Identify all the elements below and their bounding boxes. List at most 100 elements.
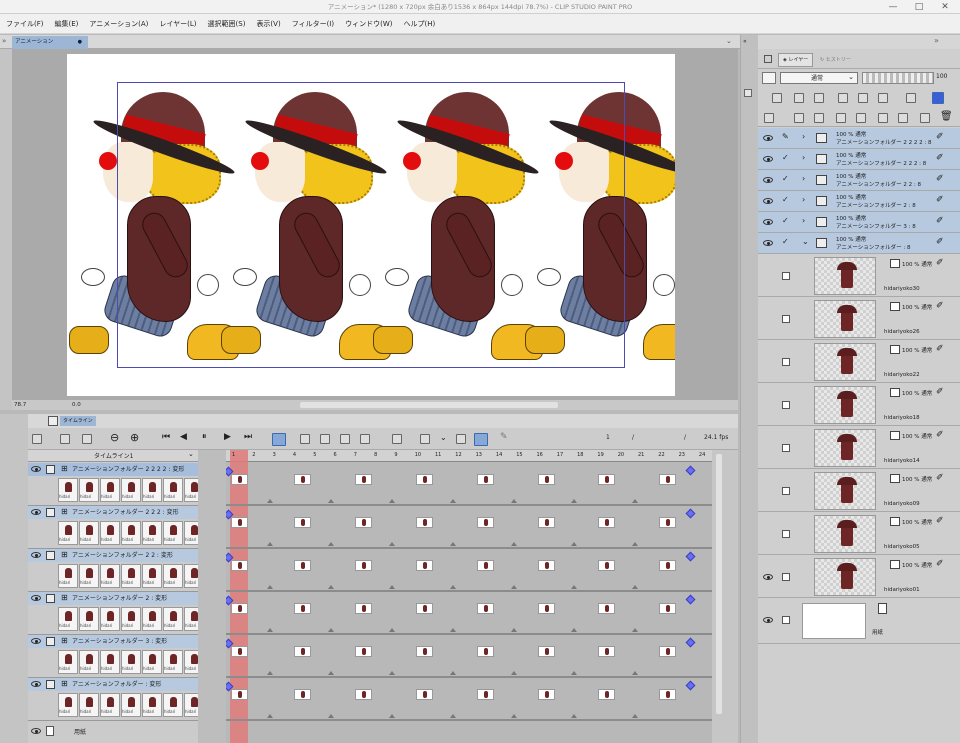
next-frame-icon[interactable]: ▶ [224,432,231,442]
timeline-cel[interactable] [476,646,494,657]
timeline-cel[interactable] [231,646,248,657]
cel-thumbnail[interactable]: hidari [100,521,120,545]
frame-number[interactable]: 22 [658,452,664,458]
layer-checkbox[interactable] [782,401,790,409]
tab-history[interactable]: ↻ ヒストリー [816,54,855,67]
edit-layer-icon[interactable]: ✐ [936,559,944,569]
canvas-tab[interactable]: アニメーション ● [12,36,88,49]
timeline-cel[interactable] [476,517,494,528]
timeline-cel[interactable] [415,517,433,528]
menu-layer[interactable]: レイヤー(L) [159,19,196,29]
timeline-cel[interactable] [415,603,433,614]
panel-menu-icon[interactable] [744,89,752,97]
timeline-cel[interactable] [537,474,555,485]
onion-skin-icon[interactable] [392,434,402,444]
chevron-right-icon[interactable]: › [802,132,805,141]
zoom-in-icon[interactable]: ⊕ [130,431,139,444]
timeline-settings-icon[interactable] [82,434,92,444]
cel-thumbnail[interactable]: hidari [79,693,99,717]
timeline-cel[interactable] [598,474,616,485]
chevron-right-icon[interactable]: › [802,216,805,225]
cel-thumbnail[interactable]: hidari [121,650,141,674]
fps-readout[interactable]: 24.1 fps [704,434,728,441]
layer-checkbox[interactable] [782,616,790,624]
edit-layer-icon[interactable]: ✐ [936,344,944,354]
cel-thumbnail[interactable]: hidari [121,521,141,545]
timeline-cel[interactable] [537,560,555,571]
layer-checkbox[interactable] [782,315,790,323]
cel-thumbnail[interactable]: hidari [100,564,120,588]
eye-icon[interactable] [763,240,773,246]
timeline-cel[interactable] [231,603,248,614]
menu-filter[interactable]: フィルター(I) [292,19,334,29]
frame-number[interactable]: 15 [516,452,522,458]
draft-layer-icon[interactable] [814,93,824,103]
timeline-cel[interactable] [659,474,677,485]
timeline-cel[interactable] [354,603,372,614]
cel-thumbnail[interactable]: hidari [142,521,162,545]
tab-modified-icon[interactable]: ● [78,36,82,49]
cel-thumbnail[interactable]: hidari [58,650,78,674]
check-icon[interactable]: ✓ [782,216,789,225]
check-icon[interactable]: ✓ [782,174,789,183]
expand-plus-icon[interactable]: ⊞ [61,593,68,602]
timeline-vertical-scrollbar[interactable] [712,450,738,743]
frame-number[interactable]: 9 [394,452,397,458]
frame-number[interactable]: 23 [679,452,685,458]
menu-selection[interactable]: 選択範囲(S) [208,19,246,29]
delete-cel-icon[interactable] [340,434,350,444]
layer-checkbox[interactable] [782,573,790,581]
timeline-cel[interactable] [231,689,248,700]
timeline-cel[interactable] [598,689,616,700]
cel-thumbnail[interactable]: hidari [100,478,120,502]
canvas-menu-icon[interactable]: ⌄ [726,37,732,45]
paper-layer-row[interactable]: 用紙 [758,598,960,644]
cel-thumbnail[interactable]: hidari [58,607,78,631]
cel-thumbnail[interactable]: hidari [79,650,99,674]
chevron-right-icon[interactable]: › [802,153,805,162]
edit-layer-icon[interactable]: ✐ [936,237,944,247]
eye-icon[interactable] [31,552,41,558]
timeline-layer-row[interactable]: ⊞ アニメーションフォルダー 2 2 2 : 変形 hidari hidari hida… [28,506,204,549]
edit-layer-icon[interactable]: ✐ [936,301,944,311]
timeline-cel[interactable] [537,689,555,700]
last-frame-icon[interactable]: ⏭ [244,432,252,442]
trash-icon[interactable]: 🗑 [940,111,953,122]
frame-number[interactable]: 6 [334,452,337,458]
cel-layer-row[interactable]: 100 % 通常 ✐ hidariyoko26 [758,297,960,340]
edit-timeline-icon[interactable] [60,434,70,444]
timeline-cel[interactable] [598,560,616,571]
blend-mode-select[interactable]: 通常 ⌄ [780,72,858,84]
timeline-frame-grid[interactable]: 1 2 3 4 5 6 7 8 9 10 11 12 13 14 15 16 17 18 19 20 21 22 23 24 [226,450,712,743]
pen-icon[interactable]: ✎ [782,132,789,141]
maximize-button[interactable]: □ [906,0,932,14]
frame-number[interactable]: 14 [496,452,502,458]
menu-edit[interactable]: 編集(E) [55,19,79,29]
timeline-track[interactable] [226,635,712,678]
cel-layer-row[interactable]: 100 % 通常 ✐ hidariyoko14 [758,426,960,469]
opacity-slider[interactable] [862,72,934,84]
specify-cel-icon[interactable] [320,434,330,444]
timeline-cel[interactable] [476,603,494,614]
timeline-cel[interactable] [598,603,616,614]
timeline-cel[interactable] [659,603,677,614]
cel-thumbnail[interactable]: hidari [142,607,162,631]
timeline-layer-row[interactable]: ⊞ アニメーションフォルダー : 変形 hidari hidari hidari hida… [28,678,204,721]
timeline-cel[interactable] [293,603,311,614]
layer-color-icon[interactable] [932,92,944,104]
timeline-cel[interactable] [537,646,555,657]
mask-layer-icon[interactable] [878,113,888,123]
timeline-cel[interactable] [659,560,677,571]
layer-color-swatch[interactable] [762,72,776,84]
panel-menu-icon[interactable] [764,55,772,63]
timeline-track[interactable] [226,463,712,506]
layer-checkbox[interactable] [782,530,790,538]
new-timeline-icon[interactable] [32,434,42,444]
eye-icon[interactable] [763,156,773,162]
zoom-out-icon[interactable]: ⊖ [110,431,119,444]
eye-icon[interactable] [763,574,773,580]
menu-help[interactable]: ヘルプ(H) [403,19,435,29]
timeline-cel[interactable] [354,646,372,657]
timeline-cel[interactable] [659,517,677,528]
cel-layer-row[interactable]: 100 % 通常 ✐ hidariyoko22 [758,340,960,383]
